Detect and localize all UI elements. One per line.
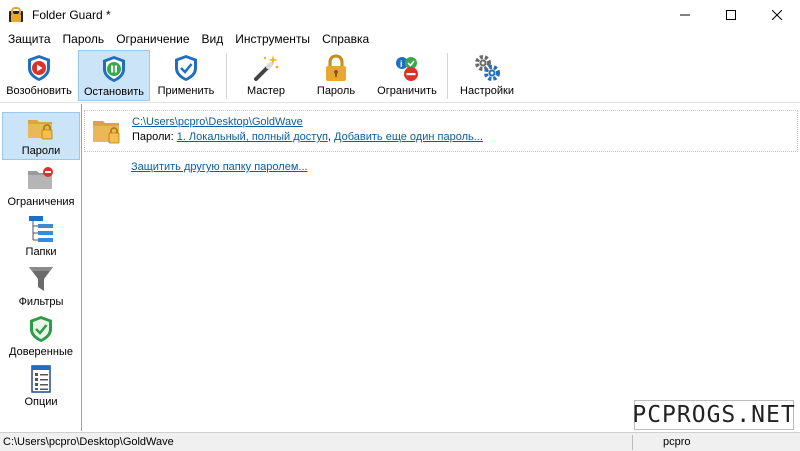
maximize-icon <box>726 10 736 20</box>
sidebar-label-folders: Папки <box>25 246 57 258</box>
close-button[interactable] <box>754 0 800 30</box>
sidebar-item-passwords[interactable]: Пароли <box>2 112 80 160</box>
passwords-separator: , <box>327 131 331 143</box>
password-entry-link[interactable]: 1. Локальный, полный доступ <box>177 131 328 143</box>
folder-guard-app-icon <box>9 7 23 22</box>
settings-label: Настройки <box>460 85 514 97</box>
sidebar-item-options[interactable]: Опции <box>2 362 80 410</box>
password-label: Пароль <box>316 85 356 97</box>
menu-restriction[interactable]: Ограничение <box>110 30 195 48</box>
wizard-label: Мастер <box>246 85 286 97</box>
resume-button[interactable]: Возобновить <box>0 50 78 101</box>
window-title: Folder Guard * <box>32 8 111 22</box>
folder-path-link[interactable]: C:\Users\pcpro\Desktop\GoldWave <box>132 116 303 128</box>
password-button[interactable]: Пароль <box>301 50 371 101</box>
menu-tools[interactable]: Инструменты <box>229 30 316 48</box>
menu-bar: Защита Пароль Ограничение Вид Инструмент… <box>0 30 800 48</box>
toolbar-separator <box>226 53 227 99</box>
toolbar-separator <box>447 53 448 99</box>
sidebar-label-filters: Фильтры <box>18 296 64 308</box>
menu-view[interactable]: Вид <box>196 30 230 48</box>
folder-tree-icon <box>29 216 53 242</box>
restrict-label: Ограничить <box>377 85 437 97</box>
stop-label: Остановить <box>83 86 145 98</box>
options-list-icon <box>31 365 51 393</box>
padlock-icon <box>326 54 346 81</box>
sidebar-item-restrictions[interactable]: Ограничения <box>2 162 80 210</box>
settings-button[interactable]: Настройки <box>452 50 522 101</box>
svg-text:i: i <box>400 59 403 69</box>
shield-check-icon <box>175 55 197 81</box>
minimize-icon <box>680 14 690 16</box>
sidebar-label-passwords: Пароли <box>21 145 61 157</box>
status-user: pcpro <box>663 436 691 448</box>
menu-password[interactable]: Пароль <box>57 30 111 48</box>
close-icon <box>772 10 782 20</box>
window-controls <box>662 0 800 30</box>
status-path: C:\Users\pcpro\Desktop\GoldWave <box>3 436 174 448</box>
main-content: C:\Users\pcpro\Desktop\GoldWave Пароли: … <box>83 104 800 431</box>
sidebar: Пароли Ограничения Папки Фильтры Доверен… <box>0 104 82 431</box>
locked-folder-icon <box>93 121 120 144</box>
watermark: PCPROGS.NET <box>632 400 796 430</box>
trusted-shield-icon <box>30 316 52 342</box>
restricted-folder-icon <box>28 167 53 189</box>
sidebar-label-restrictions: Ограничения <box>7 196 75 208</box>
passwords-label: Пароли: <box>132 131 174 143</box>
apply-button[interactable]: Применить <box>150 50 222 101</box>
sidebar-item-trusted[interactable]: Доверенные <box>2 312 80 360</box>
restrict-button[interactable]: i Ограничить <box>371 50 443 101</box>
status-bar: C:\Users\pcpro\Desktop\GoldWave pcpro <box>0 432 800 451</box>
maximize-button[interactable] <box>708 0 754 30</box>
add-password-link[interactable]: Добавить еще один пароль... <box>334 131 483 143</box>
title-bar: Folder Guard * <box>0 0 800 30</box>
folder-passwords-line: Пароли: 1. Локальный, полный доступ, Доб… <box>132 131 483 143</box>
apply-label: Применить <box>157 85 215 97</box>
sidebar-label-trusted: Доверенные <box>9 346 73 358</box>
restrict-icon: i <box>396 57 418 81</box>
sidebar-item-filters[interactable]: Фильтры <box>2 262 80 310</box>
gears-icon <box>475 55 500 81</box>
sidebar-label-options: Опции <box>24 396 58 408</box>
shield-pause-icon <box>103 56 125 82</box>
protected-folder-row[interactable]: C:\Users\pcpro\Desktop\GoldWave Пароли: … <box>84 110 798 152</box>
stop-button[interactable]: Остановить <box>78 50 150 101</box>
protect-other-folder-link[interactable]: Защитить другую папку паролем... <box>131 161 308 173</box>
minimize-button[interactable] <box>662 0 708 30</box>
wizard-button[interactable]: Мастер <box>231 50 301 101</box>
menu-help[interactable]: Справка <box>316 30 375 48</box>
magic-wand-icon <box>254 55 279 81</box>
filter-icon <box>29 267 53 291</box>
menu-protection[interactable]: Защита <box>2 30 57 48</box>
resume-label: Возобновить <box>6 85 72 97</box>
toolbar: Возобновить Остановить Применить Мастер <box>0 50 800 103</box>
locked-folder-icon <box>28 120 53 140</box>
sidebar-item-folders[interactable]: Папки <box>2 212 80 260</box>
shield-play-icon <box>28 55 50 81</box>
